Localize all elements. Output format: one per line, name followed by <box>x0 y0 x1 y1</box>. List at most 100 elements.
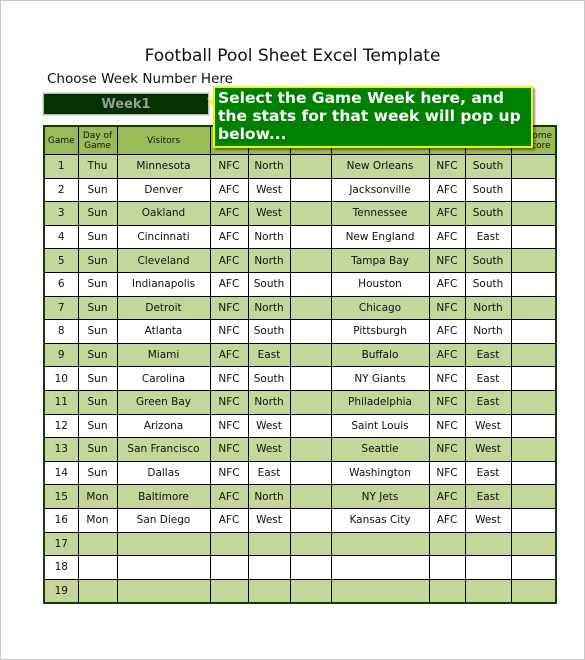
cell-visitor-div[interactable]: South <box>247 366 291 391</box>
cell-home-score[interactable] <box>510 271 557 297</box>
cell-visitor[interactable]: Green Bay <box>116 389 211 415</box>
cell-visitor-div[interactable]: North <box>247 295 291 321</box>
cell-day[interactable]: Sun <box>77 201 118 226</box>
cell-visitor-div[interactable]: West <box>247 437 291 462</box>
cell-day[interactable]: Mon <box>77 507 118 533</box>
cell-home-score[interactable] <box>510 578 557 604</box>
cell-home-conf[interactable]: NFC <box>428 413 466 439</box>
cell-home-div[interactable]: West <box>464 413 512 439</box>
cell-visitor-div[interactable]: South <box>247 319 291 344</box>
cell-visitor-div[interactable] <box>247 531 291 557</box>
cell-day[interactable] <box>77 531 118 557</box>
cell-visitor-conf[interactable]: AFC <box>209 342 249 368</box>
cell-home[interactable] <box>330 531 430 557</box>
cell-day[interactable]: Sun <box>77 177 118 203</box>
cell-visitor[interactable]: Minnesota <box>116 154 211 179</box>
cell-visitor[interactable]: San Diego <box>116 507 211 533</box>
cell-game[interactable]: 16 <box>43 507 79 533</box>
cell-pick[interactable] <box>289 460 332 486</box>
cell-game[interactable]: 5 <box>43 248 79 273</box>
cell-home-conf[interactable] <box>428 578 466 604</box>
cell-game[interactable]: 14 <box>43 460 79 486</box>
cell-home-div[interactable]: South <box>464 271 512 297</box>
cell-pick[interactable] <box>289 319 332 344</box>
cell-day[interactable]: Sun <box>77 342 118 368</box>
cell-home-conf[interactable]: AFC <box>428 271 466 297</box>
cell-game[interactable]: 6 <box>43 271 79 297</box>
cell-home[interactable]: Jacksonville <box>330 177 430 203</box>
cell-home[interactable]: Tennessee <box>330 201 430 226</box>
cell-day[interactable]: Sun <box>77 319 118 344</box>
cell-visitor[interactable]: Detroit <box>116 295 211 321</box>
cell-visitor[interactable]: Miami <box>116 342 211 368</box>
cell-home-conf[interactable]: AFC <box>428 177 466 203</box>
cell-home[interactable]: NY Giants <box>330 366 430 391</box>
cell-visitor-div[interactable]: North <box>247 389 291 415</box>
cell-visitor-div[interactable]: North <box>247 154 291 179</box>
cell-home-div[interactable]: West <box>464 507 512 533</box>
cell-visitor[interactable]: Indianapolis <box>116 271 211 297</box>
cell-game[interactable]: 13 <box>43 437 79 462</box>
cell-day[interactable]: Sun <box>77 366 118 391</box>
cell-game[interactable]: 15 <box>43 484 79 509</box>
cell-home-score[interactable] <box>510 413 557 439</box>
cell-home-div[interactable]: South <box>464 177 512 203</box>
cell-game[interactable]: 8 <box>43 319 79 344</box>
cell-visitor-div[interactable]: East <box>247 460 291 486</box>
cell-home[interactable]: Houston <box>330 271 430 297</box>
cell-pick[interactable] <box>289 342 332 368</box>
cell-visitor[interactable]: Cincinnati <box>116 224 211 250</box>
cell-home[interactable]: Tampa Bay <box>330 248 430 273</box>
cell-game[interactable]: 7 <box>43 295 79 321</box>
cell-pick[interactable] <box>289 224 332 250</box>
cell-home-conf[interactable] <box>428 555 466 580</box>
cell-home-conf[interactable] <box>428 531 466 557</box>
cell-home-score[interactable] <box>510 342 557 368</box>
cell-pick[interactable] <box>289 389 332 415</box>
cell-game[interactable]: 4 <box>43 224 79 250</box>
cell-pick[interactable] <box>289 154 332 179</box>
cell-home-conf[interactable]: AFC <box>428 507 466 533</box>
cell-visitor-div[interactable]: South <box>247 271 291 297</box>
cell-home-score[interactable] <box>510 177 557 203</box>
cell-visitor-conf[interactable]: AFC <box>209 507 249 533</box>
cell-pick[interactable] <box>289 578 332 604</box>
cell-day[interactable]: Sun <box>77 389 118 415</box>
cell-visitor-conf[interactable]: AFC <box>209 177 249 203</box>
cell-home[interactable]: Buffalo <box>330 342 430 368</box>
cell-visitor-conf[interactable]: NFC <box>209 319 249 344</box>
cell-home-score[interactable] <box>510 460 557 486</box>
cell-visitor[interactable]: Baltimore <box>116 484 211 509</box>
cell-visitor-div[interactable]: North <box>247 248 291 273</box>
cell-game[interactable]: 1 <box>43 154 79 179</box>
cell-pick[interactable] <box>289 507 332 533</box>
cell-pick[interactable] <box>289 531 332 557</box>
cell-home-conf[interactable]: NFC <box>428 295 466 321</box>
cell-pick[interactable] <box>289 413 332 439</box>
cell-pick[interactable] <box>289 437 332 462</box>
cell-home-div[interactable]: East <box>464 389 512 415</box>
cell-day[interactable]: Sun <box>77 295 118 321</box>
cell-visitor[interactable]: Dallas <box>116 460 211 486</box>
cell-visitor-conf[interactable]: AFC <box>209 201 249 226</box>
cell-visitor-conf[interactable]: NFC <box>209 413 249 439</box>
cell-home-conf[interactable]: AFC <box>428 201 466 226</box>
cell-home-div[interactable] <box>464 578 512 604</box>
cell-home-div[interactable]: South <box>464 154 512 179</box>
week-dropdown[interactable]: Week1 <box>43 93 209 115</box>
cell-home-div[interactable]: East <box>464 484 512 509</box>
cell-home-score[interactable] <box>510 295 557 321</box>
cell-home-conf[interactable]: NFC <box>428 389 466 415</box>
cell-game[interactable]: 10 <box>43 366 79 391</box>
cell-visitor[interactable]: Arizona <box>116 413 211 439</box>
cell-day[interactable] <box>77 578 118 604</box>
cell-home-conf[interactable]: NFC <box>428 248 466 273</box>
cell-home-score[interactable] <box>510 224 557 250</box>
cell-visitor-conf[interactable]: AFC <box>209 224 249 250</box>
cell-visitor[interactable] <box>116 578 211 604</box>
cell-home-score[interactable] <box>510 319 557 344</box>
cell-home-div[interactable]: North <box>464 319 512 344</box>
cell-home-div[interactable] <box>464 531 512 557</box>
cell-home-score[interactable] <box>510 484 557 509</box>
cell-visitor[interactable]: Atlanta <box>116 319 211 344</box>
